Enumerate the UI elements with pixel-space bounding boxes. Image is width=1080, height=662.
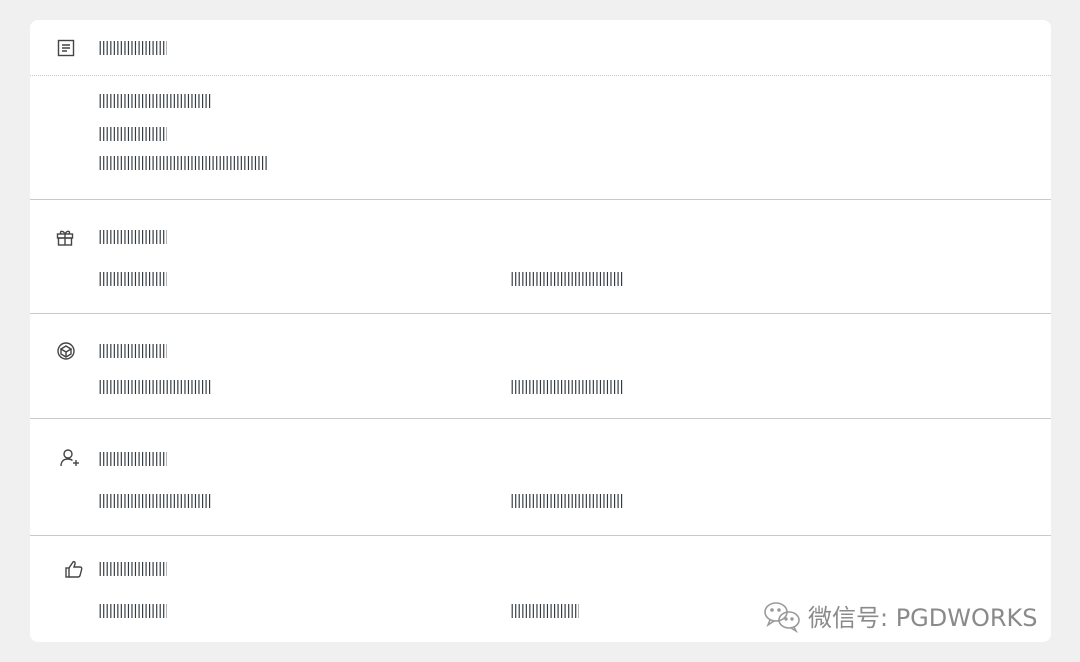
watermark-text: 微信号: PGDWORKS [808,604,1038,632]
section-divider [30,313,1051,314]
field-value-right: ||||||||||||||||||||||||||||||||| [508,494,625,508]
section-title-package: |||||||||||||||||||| [96,344,167,358]
add-user-icon [59,447,81,469]
detail-line: ||||||||||||||||||||||||||||||||||||||||… [96,156,269,170]
section-divider [30,535,1051,536]
section-divider [30,418,1051,419]
details-card: |||||||||||||||||||| |||||||||||||||||||… [30,20,1051,642]
field-value-left: ||||||||||||||||||||||||||||||||| [96,380,213,394]
wechat-logo-icon [762,599,802,633]
section-title-gift: |||||||||||||||||||| [96,230,167,244]
field-value-left: ||||||||||||||||||||||||||||||||| [96,494,213,508]
field-value-right: ||||||||||||||||||||||||||||||||| [508,272,625,286]
field-value-right: ||||||||||||||||||||||||||||||||| [508,380,625,394]
watermark: 微信号: PGDWORKS [762,598,1038,633]
detail-line: |||||||||||||||||||| [96,127,167,141]
dotted-divider [30,75,1051,76]
thumbs-up-icon [63,558,85,580]
field-value-left: |||||||||||||||||||| [96,272,167,286]
section-title-details: |||||||||||||||||||| [96,41,167,55]
cube-icon [55,340,77,362]
gift-icon [54,226,76,248]
field-value-right: |||||||||||||||||||| [508,604,579,618]
section-title-feedback: |||||||||||||||||||| [96,562,167,576]
field-value-left: |||||||||||||||||||| [96,604,167,618]
document-icon [55,37,77,59]
detail-line: ||||||||||||||||||||||||||||||||| [96,94,213,108]
section-divider [30,199,1051,200]
section-title-user: |||||||||||||||||||| [96,452,167,466]
